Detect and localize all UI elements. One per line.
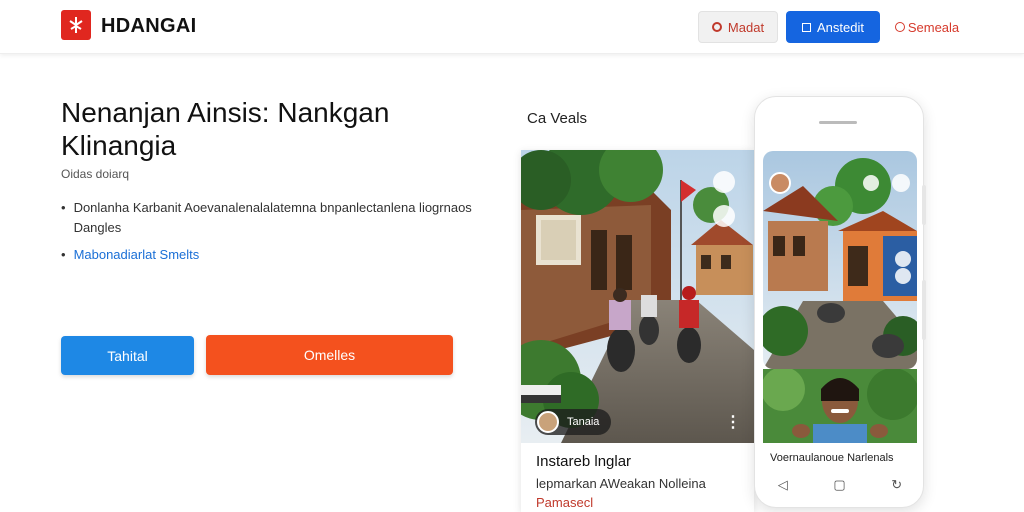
card-description: lepmarkan AWeakan Nolleina: [536, 476, 706, 491]
bullet-dot-icon: •: [61, 247, 66, 262]
street-photo: [521, 150, 754, 443]
post-card[interactable]: Tanaia ⋮ Instareb lnglar lepmarkan AWeak…: [521, 150, 754, 512]
phone-side-button: [922, 185, 926, 225]
card-title: Instareb lnglar: [536, 453, 632, 470]
phone-speaker: [819, 121, 857, 124]
header-button-label: Semeala: [907, 19, 960, 35]
feature-link[interactable]: • Mabonadiarlat Smelts: [61, 247, 199, 262]
brand-name[interactable]: HDANGAI: [101, 15, 196, 38]
phone-nav-bar: ◁ ▢ ↻: [755, 475, 923, 495]
card-tag[interactable]: Pamasecl: [536, 495, 593, 510]
circle-icon: [711, 22, 722, 32]
video-call-tile[interactable]: [763, 369, 917, 443]
bullet-text: Donlanha Karbanit Aoevanalenalalatemna b…: [73, 200, 472, 235]
header-madat-button[interactable]: Madat: [698, 11, 778, 43]
refresh-icon[interactable]: ↻: [891, 477, 902, 493]
secondary-cta-button[interactable]: Omelles: [206, 335, 453, 375]
header-anstedit-button[interactable]: Anstedit: [786, 11, 880, 43]
page-title: Nenanjan Ainsis: Nankgan Klinangia: [61, 97, 390, 161]
primary-cta-button[interactable]: Tahital: [61, 336, 194, 375]
section-heading: Ca Veals: [527, 110, 588, 127]
circle-icon: [894, 22, 905, 32]
bullet-dot-icon: •: [61, 200, 66, 215]
header-button-label: Anstedit: [817, 19, 864, 35]
avatar: [537, 411, 559, 433]
top-bar: HDANGAI Madat Anstedit Semeala: [0, 0, 1024, 54]
phone-street-photo[interactable]: [763, 151, 917, 369]
header-semeala-button[interactable]: Semeala: [890, 11, 964, 43]
back-icon[interactable]: ◁: [778, 477, 788, 493]
bullet-link-text[interactable]: Mabonadiarlat Smelts: [74, 247, 200, 262]
page-subtitle: Oidas doiarq: [61, 167, 130, 181]
logo-mark-icon: [69, 17, 83, 33]
square-icon: [802, 22, 811, 32]
phone-side-button: [922, 280, 926, 340]
phone-mockup: Voernaulanoue Narlenals ◁ ▢ ↻: [754, 96, 924, 508]
author-name: Tanaia: [567, 416, 600, 428]
header-button-label: Madat: [727, 19, 765, 35]
author-chip[interactable]: Tanaia: [535, 409, 612, 435]
more-options-icon[interactable]: ⋮: [725, 412, 741, 432]
home-icon[interactable]: ▢: [833, 477, 845, 493]
phone-caption: Voernaulanoue Narlenals: [770, 452, 894, 464]
feature-bullet: • Donlanha Karbanit Aoevanalenalalatemna…: [61, 198, 481, 238]
logo[interactable]: [61, 10, 91, 40]
